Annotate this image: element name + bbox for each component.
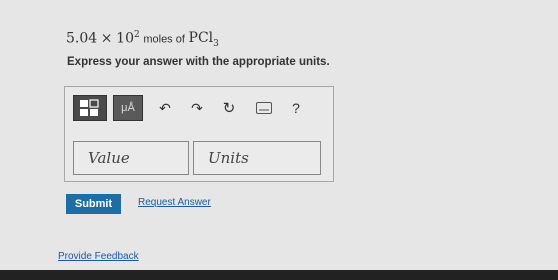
keyboard-icon[interactable]	[253, 95, 275, 121]
units-button[interactable]: μÅ	[113, 95, 143, 121]
question-text: 5.04 × 102 moles of PCl3	[66, 30, 219, 49]
fraction-template-icon	[80, 99, 99, 116]
coefficient: 5.04	[66, 30, 98, 47]
reset-icon[interactable]: ↻	[219, 95, 239, 121]
provide-feedback-link[interactable]: Provide Feedback	[58, 251, 139, 262]
compound-main: PCl	[188, 30, 214, 47]
times-sign: ×	[100, 30, 113, 47]
compound-subscript: 3	[213, 39, 219, 50]
compound: PCl3	[188, 30, 219, 50]
exponent: 2	[133, 30, 140, 40]
redo-icon[interactable]: ↷	[187, 95, 207, 121]
template-button[interactable]	[73, 95, 107, 121]
units-input[interactable]: Units	[193, 141, 321, 175]
instruction-text: Express your answer with the appropriate…	[67, 56, 330, 68]
keyboard-shape	[256, 102, 272, 114]
submit-button[interactable]: Submit	[66, 194, 121, 214]
request-answer-link[interactable]: Request Answer	[138, 197, 211, 208]
help-button[interactable]: ?	[287, 95, 305, 121]
undo-icon[interactable]: ↶	[155, 95, 175, 121]
bottom-bar	[0, 270, 558, 280]
value-input[interactable]: Value	[73, 141, 189, 175]
answer-panel: μÅ ↶ ↷ ↻ ? Value Units	[64, 86, 334, 182]
unit-text: moles of	[143, 33, 185, 46]
base: 10	[116, 30, 134, 47]
